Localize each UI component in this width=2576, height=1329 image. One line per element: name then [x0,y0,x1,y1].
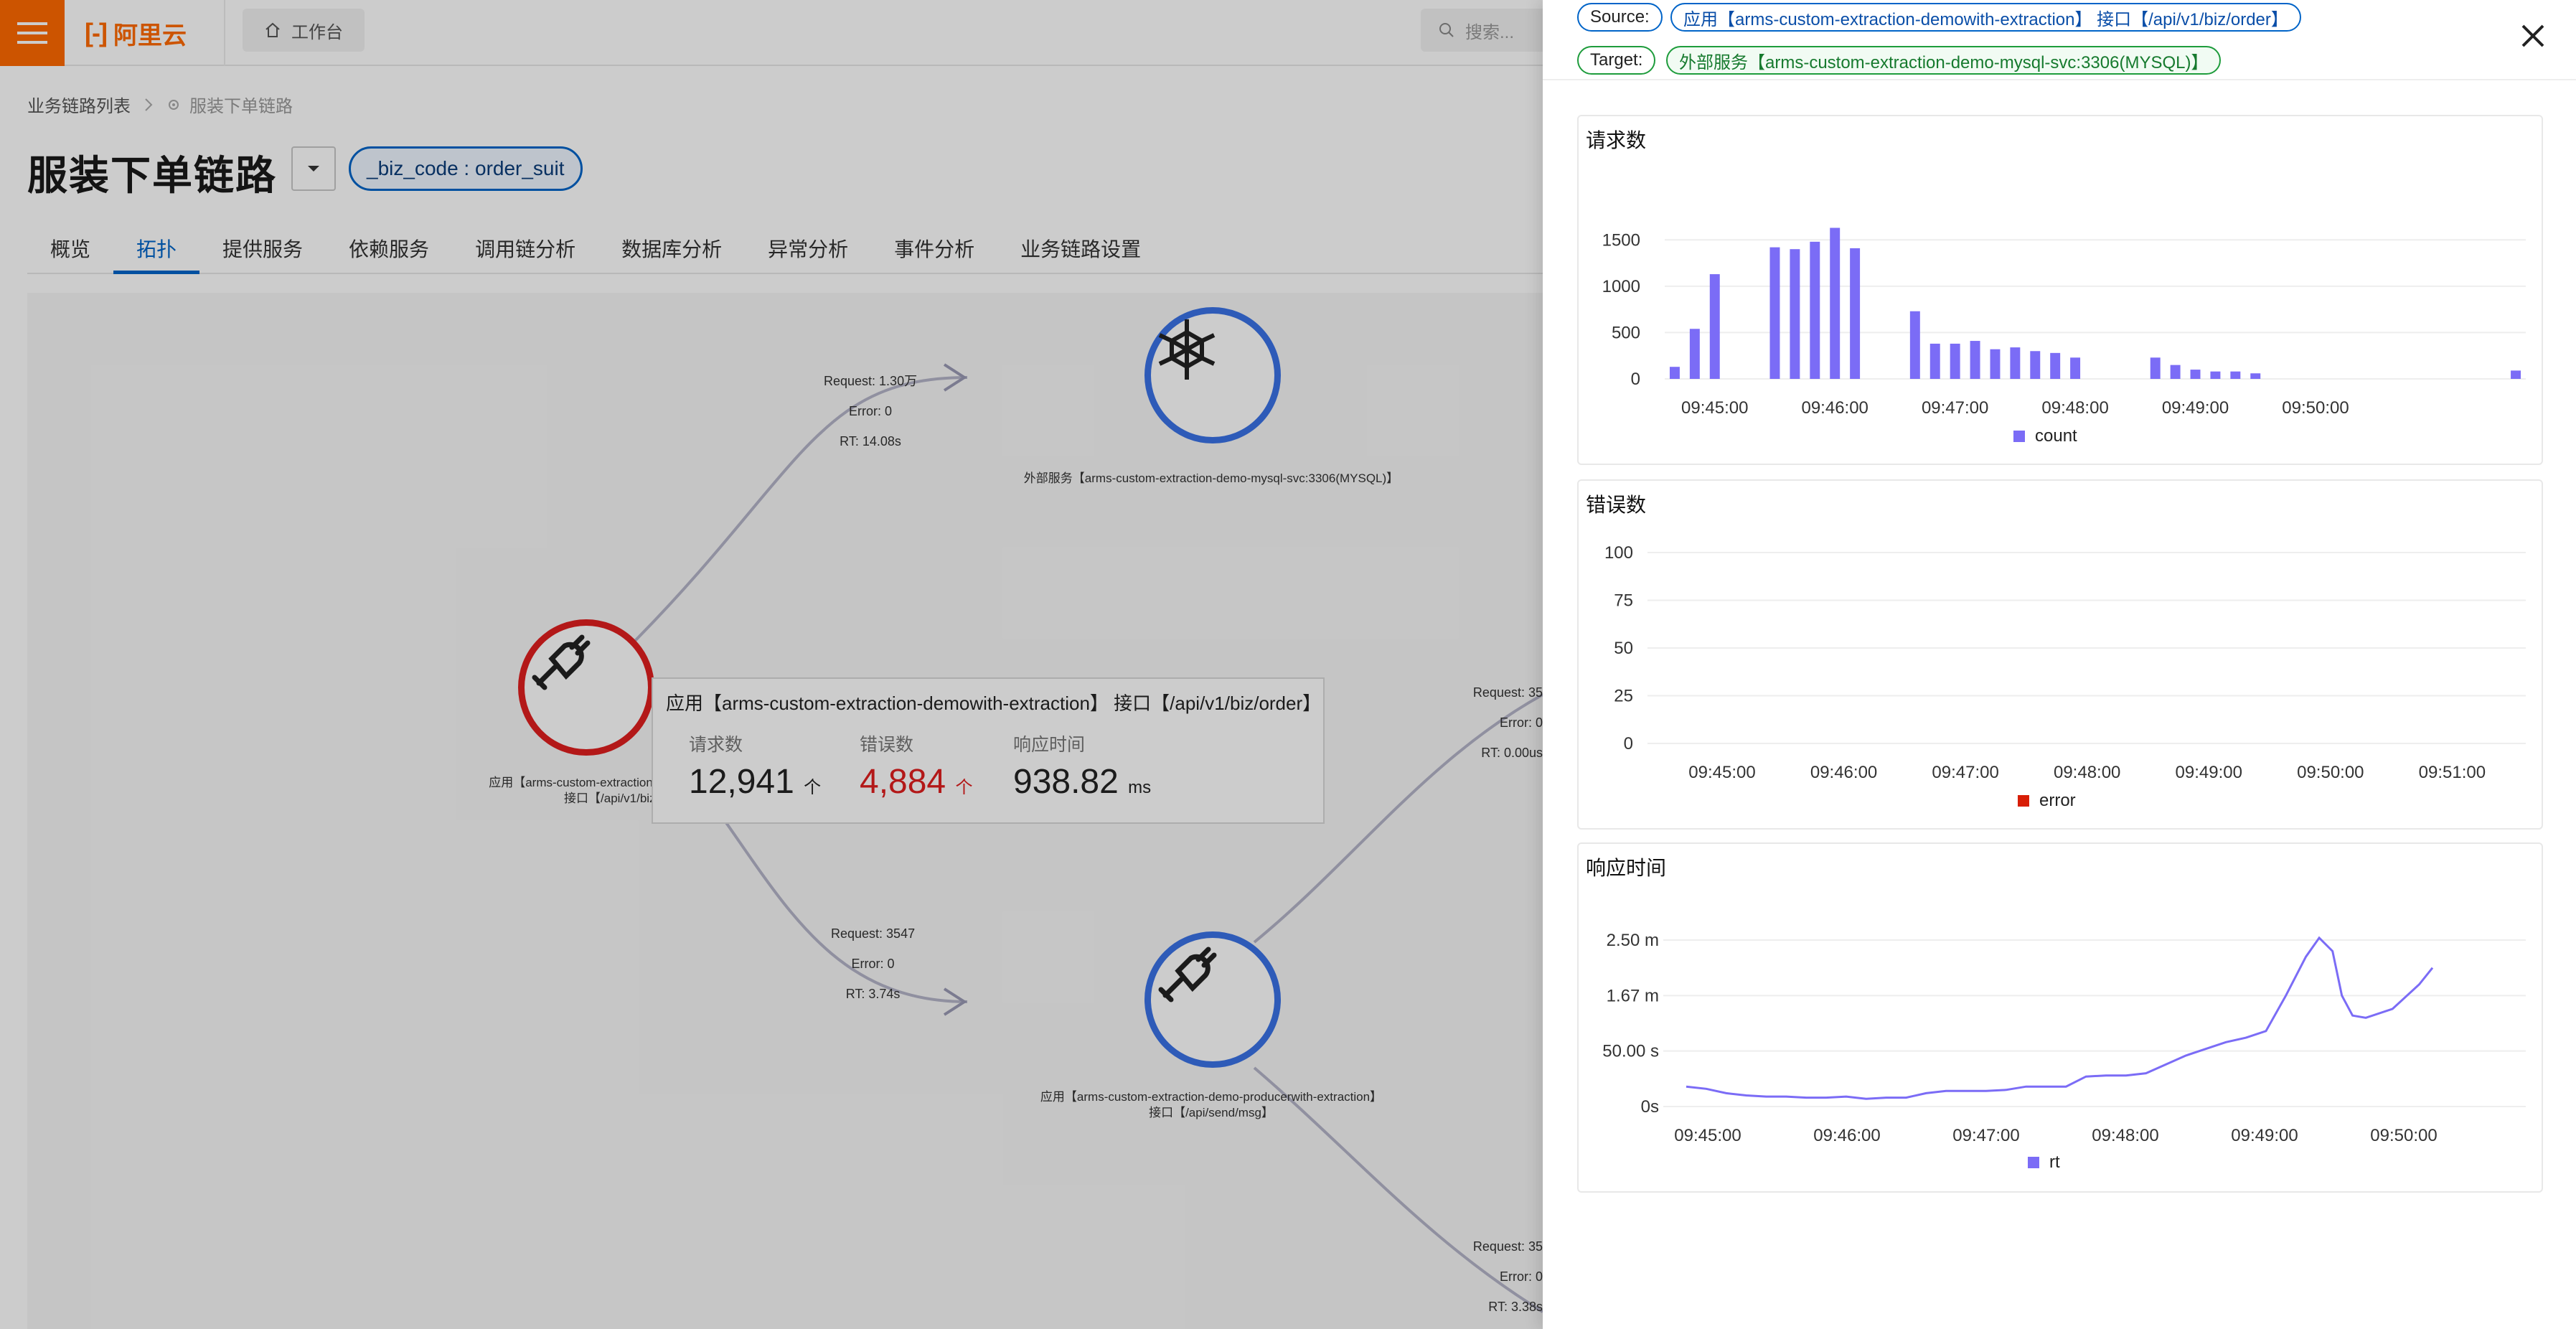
count-bar [1669,367,1680,379]
count-bar [2150,357,2161,379]
x-tick-label: 09:46:00 [1813,1126,1880,1145]
requests-chart-card: 请求数 0 500 1000 1500 09:45:00 09:46:00 09:47:00… [1577,115,2543,465]
legend-label: error [2039,791,2076,810]
source-value-tag: 应用【arms-custom-extraction-demowith-extra… [1670,3,2301,32]
count-bar [2170,365,2181,379]
y-tick-label: 1.67 m [1607,986,1659,1005]
legend-swatch [2028,1157,2039,1168]
x-tick-label: 09:46:00 [1810,763,1877,782]
y-tick-label: 0 [1631,370,1640,389]
count-bar [1769,247,1780,379]
legend-swatch [2013,431,2025,442]
target-value-tag: 外部服务【arms-custom-extraction-demo-mysql-s… [1666,46,2222,75]
count-bar [1830,227,1841,379]
source-label-tag: Source: [1577,3,1663,32]
close-icon [2521,24,2544,47]
y-tick-label: 50 [1614,639,1633,658]
legend-label: rt [2049,1152,2060,1172]
y-tick-label: 1500 [1602,230,1640,250]
count-bar [1909,311,1920,379]
y-tick-label: 100 [1604,543,1633,563]
x-tick-label: 09:49:00 [2231,1126,2298,1145]
x-tick-label: 09:49:00 [2176,763,2242,782]
count-bar [2230,371,2241,379]
requests-chart-legend[interactable]: count [2013,426,2077,446]
count-bar [1950,343,1960,379]
rt-chart-card: 响应时间 0s 50.00 s 1.67 m 2.50 m 09:45:00 09:46:… [1577,842,2543,1193]
y-tick-label: 0 [1624,734,1633,753]
count-bar [2050,352,2061,379]
count-bar [2030,351,2041,379]
drawer-header: Source: 应用【arms-custom-extraction-demowi… [1543,0,2576,80]
errors-chart-card: 错误数 0 25 50 75 100 09:45:00 09:46:00 09:47:00 09… [1577,479,2543,830]
y-tick-label: 500 [1612,323,1640,342]
rt-line-chart[interactable]: 0s 50.00 s 1.67 m 2.50 m 09:45:00 09:46:00 09:… [1579,844,2544,1194]
x-tick-label: 09:48:00 [2092,1126,2158,1145]
close-drawer-button[interactable] [2516,19,2550,53]
count-bar [2010,347,2021,379]
y-tick-label: 75 [1614,591,1633,611]
y-tick-label: 25 [1614,687,1633,706]
x-tick-label: 09:47:00 [1952,1126,2019,1145]
count-bar [1810,241,1820,379]
y-tick-label: 2.50 m [1607,931,1659,950]
count-bar [1990,349,2001,379]
x-tick-label: 09:45:00 [1688,763,1755,782]
x-tick-label: 09:47:00 [1922,398,1988,418]
edge-detail-drawer: Source: 应用【arms-custom-extraction-demowi… [1543,0,2576,1329]
count-bar [2511,370,2521,379]
x-tick-label: 09:51:00 [2419,763,2486,782]
count-bar [2070,357,2081,379]
count-bar [1790,249,1800,379]
x-tick-label: 09:50:00 [2370,1126,2437,1145]
count-bar [1929,343,1940,379]
requests-bar-chart[interactable]: 0 500 1000 1500 09:45:00 09:46:00 09:47:00 09:4… [1579,116,2544,466]
drawer-backdrop-mask[interactable] [0,0,1543,1329]
x-tick-label: 09:46:00 [1801,398,1868,418]
x-tick-label: 09:45:00 [1681,398,1748,418]
count-bar [1970,341,1980,379]
x-tick-label: 09:47:00 [1932,763,1998,782]
count-bar [1850,248,1861,379]
x-tick-label: 09:45:00 [1674,1126,1741,1145]
count-bar [2190,370,2201,379]
count-bar [2210,371,2221,379]
x-tick-label: 09:48:00 [2041,398,2108,418]
x-tick-label: 09:50:00 [2297,763,2364,782]
rt-chart-legend[interactable]: rt [2028,1152,2060,1173]
y-tick-label: 50.00 s [1602,1042,1659,1061]
target-label-tag: Target: [1577,46,1656,75]
x-tick-label: 09:49:00 [2162,398,2229,418]
legend-label: count [2035,426,2077,446]
rt-series-line [1686,936,2434,1100]
count-bar [1689,329,1700,379]
legend-swatch [2018,795,2029,807]
x-tick-label: 09:50:00 [2282,398,2349,418]
count-bar [1709,274,1720,379]
y-tick-label: 0s [1641,1097,1659,1117]
count-bar [2250,373,2261,379]
x-tick-label: 09:48:00 [2054,763,2120,782]
errors-bar-chart[interactable]: 0 25 50 75 100 09:45:00 09:46:00 09:47:00 09:48:… [1579,481,2544,831]
y-tick-label: 1000 [1602,277,1640,296]
errors-chart-legend[interactable]: error [2018,791,2076,811]
topology-page: [-] 阿里云 工作台 搜索... 业务链路列表 服装下单链路 服装下单链路 _… [0,0,1543,1329]
